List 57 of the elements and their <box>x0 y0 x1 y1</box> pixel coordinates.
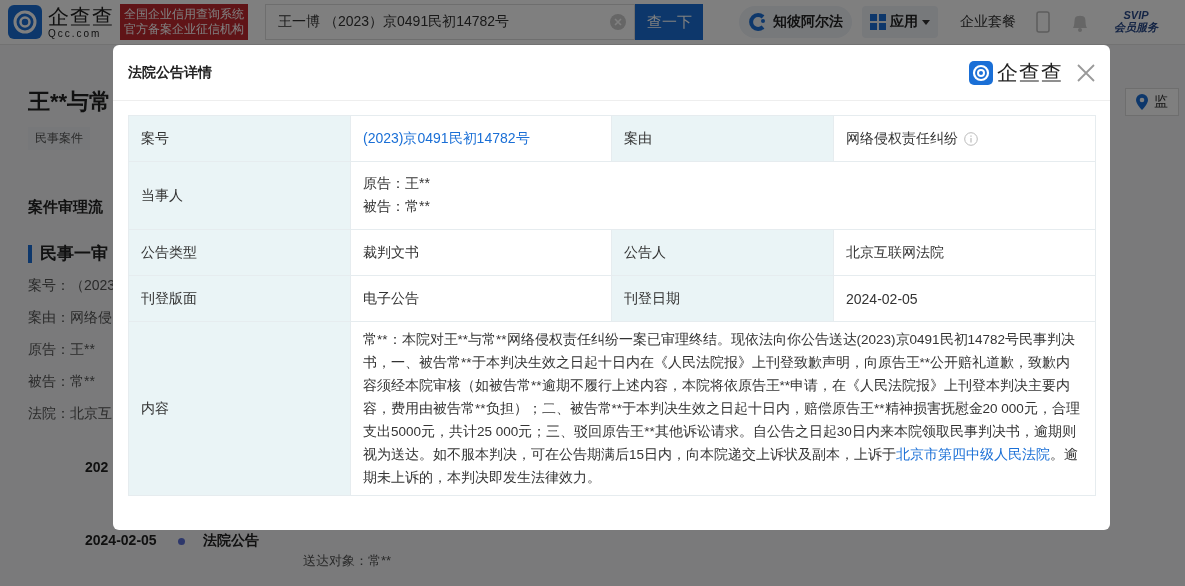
dialog-title: 法院公告详情 <box>128 63 213 82</box>
package-link[interactable]: 企业套餐 <box>960 13 1016 31</box>
timeline-dot <box>178 538 185 545</box>
table-label: 刊登版面 <box>129 276 351 321</box>
logo-domain: Qcc.com <box>48 28 103 39</box>
table-value: 电子公告 <box>363 289 419 308</box>
alpha-logo-icon <box>748 12 768 32</box>
table-value: 北京互联网法院 <box>846 243 944 262</box>
timeline-date: 202 <box>85 459 110 475</box>
close-icon[interactable] <box>1077 63 1095 82</box>
location-pin-icon <box>1136 94 1148 110</box>
table-label: 案号 <box>129 116 351 161</box>
field-value: 网络侵 <box>70 309 112 325</box>
table-label: 当事人 <box>129 162 351 229</box>
table-value: 被告：常** <box>363 198 430 216</box>
timeline-type: 法院公告 <box>203 532 259 550</box>
certification-badge: 全国企业信用查询系统 官方备案企业征信机构 <box>120 4 248 40</box>
logo-icon <box>969 60 993 85</box>
table-value: 网络侵权责任纠纷 <box>846 129 958 148</box>
logo-name: 企查查 <box>48 5 114 27</box>
case-number-link[interactable]: (2023)京0491民初14782号 <box>363 129 530 148</box>
table-value: 裁判文书 <box>363 243 419 262</box>
brand-name: 企查查 <box>997 59 1063 86</box>
court-link[interactable]: 北京市第四中级人民法院 <box>896 447 1051 462</box>
svip-badge[interactable]: SVIP 会员服务 <box>1114 10 1158 34</box>
timeline-date: 2024-02-05 <box>85 532 158 548</box>
field-value: 常** <box>70 373 95 389</box>
table-label: 内容 <box>129 322 351 495</box>
table-label: 刊登日期 <box>612 276 834 321</box>
stage-title: 民事一审 <box>28 245 108 263</box>
search-field[interactable]: 王一博 （2023）京0491民初14782号 <box>265 4 635 40</box>
grid-icon <box>870 14 886 30</box>
table-label: 公告人 <box>612 230 834 275</box>
table-label: 案由 <box>612 116 834 161</box>
field-label: 被告： <box>28 373 70 389</box>
field-label: 原告： <box>28 341 70 357</box>
logo-icon[interactable] <box>8 5 42 39</box>
field-label: 法院： <box>28 405 70 421</box>
search-button[interactable]: 查一下 <box>635 4 703 40</box>
field-value: 北京互 <box>70 405 112 421</box>
section-title: 案件审理流 <box>28 198 103 217</box>
alpha-button[interactable]: 知彼阿尔法 <box>739 6 852 38</box>
apps-menu[interactable]: 应用 <box>862 6 938 38</box>
table-value: 原告：王** <box>363 175 430 193</box>
caret-icon <box>922 19 930 25</box>
field-label: 案号： <box>28 277 70 293</box>
field-value: 王** <box>70 341 95 357</box>
table-label: 公告类型 <box>129 230 351 275</box>
timeline-detail: 送达对象：常** <box>303 552 392 570</box>
field-label: 案由： <box>28 309 70 325</box>
phone-icon[interactable] <box>1036 11 1050 33</box>
notice-content: 常**：本院对王**与常**网络侵权责任纠纷一案已审理终结。现依法向你公告送达(2023)京0491民初14782号民事判决书，一、被告常**于本判决生效之日起十日内在《人民法院报》上刊登致歉声明，向原告王**公开赔礼道歉，致歉内容须经本院审核（如被告常**逾期不履行上述内容，本院将依原告王**申请，在《人民法院报》上刊登本判决主要内容，费用由被告常**负担）；二、被告常**于本判决生效之日起十日内，赔偿原告王**精神损害抚慰金20 000元，合理支出5000元，共计25 000元；三、驳回原告王**其他诉讼请求。自公告之日起30日内来本院领取民事判决书，逾期则视为送达。如不服本判决，可在公告期满后15日内，向本院递交上诉状及副本，上诉于北京市第四中级人民法院。逾期未上诉的，本判决即发生法律效力。 <box>363 331 1081 487</box>
case-title: 王**与常 <box>28 88 112 116</box>
monitor-button[interactable]: 监 <box>1125 88 1179 116</box>
info-icon[interactable] <box>964 131 978 146</box>
clear-icon[interactable] <box>610 14 626 30</box>
table-value: 2024-02-05 <box>846 290 918 307</box>
